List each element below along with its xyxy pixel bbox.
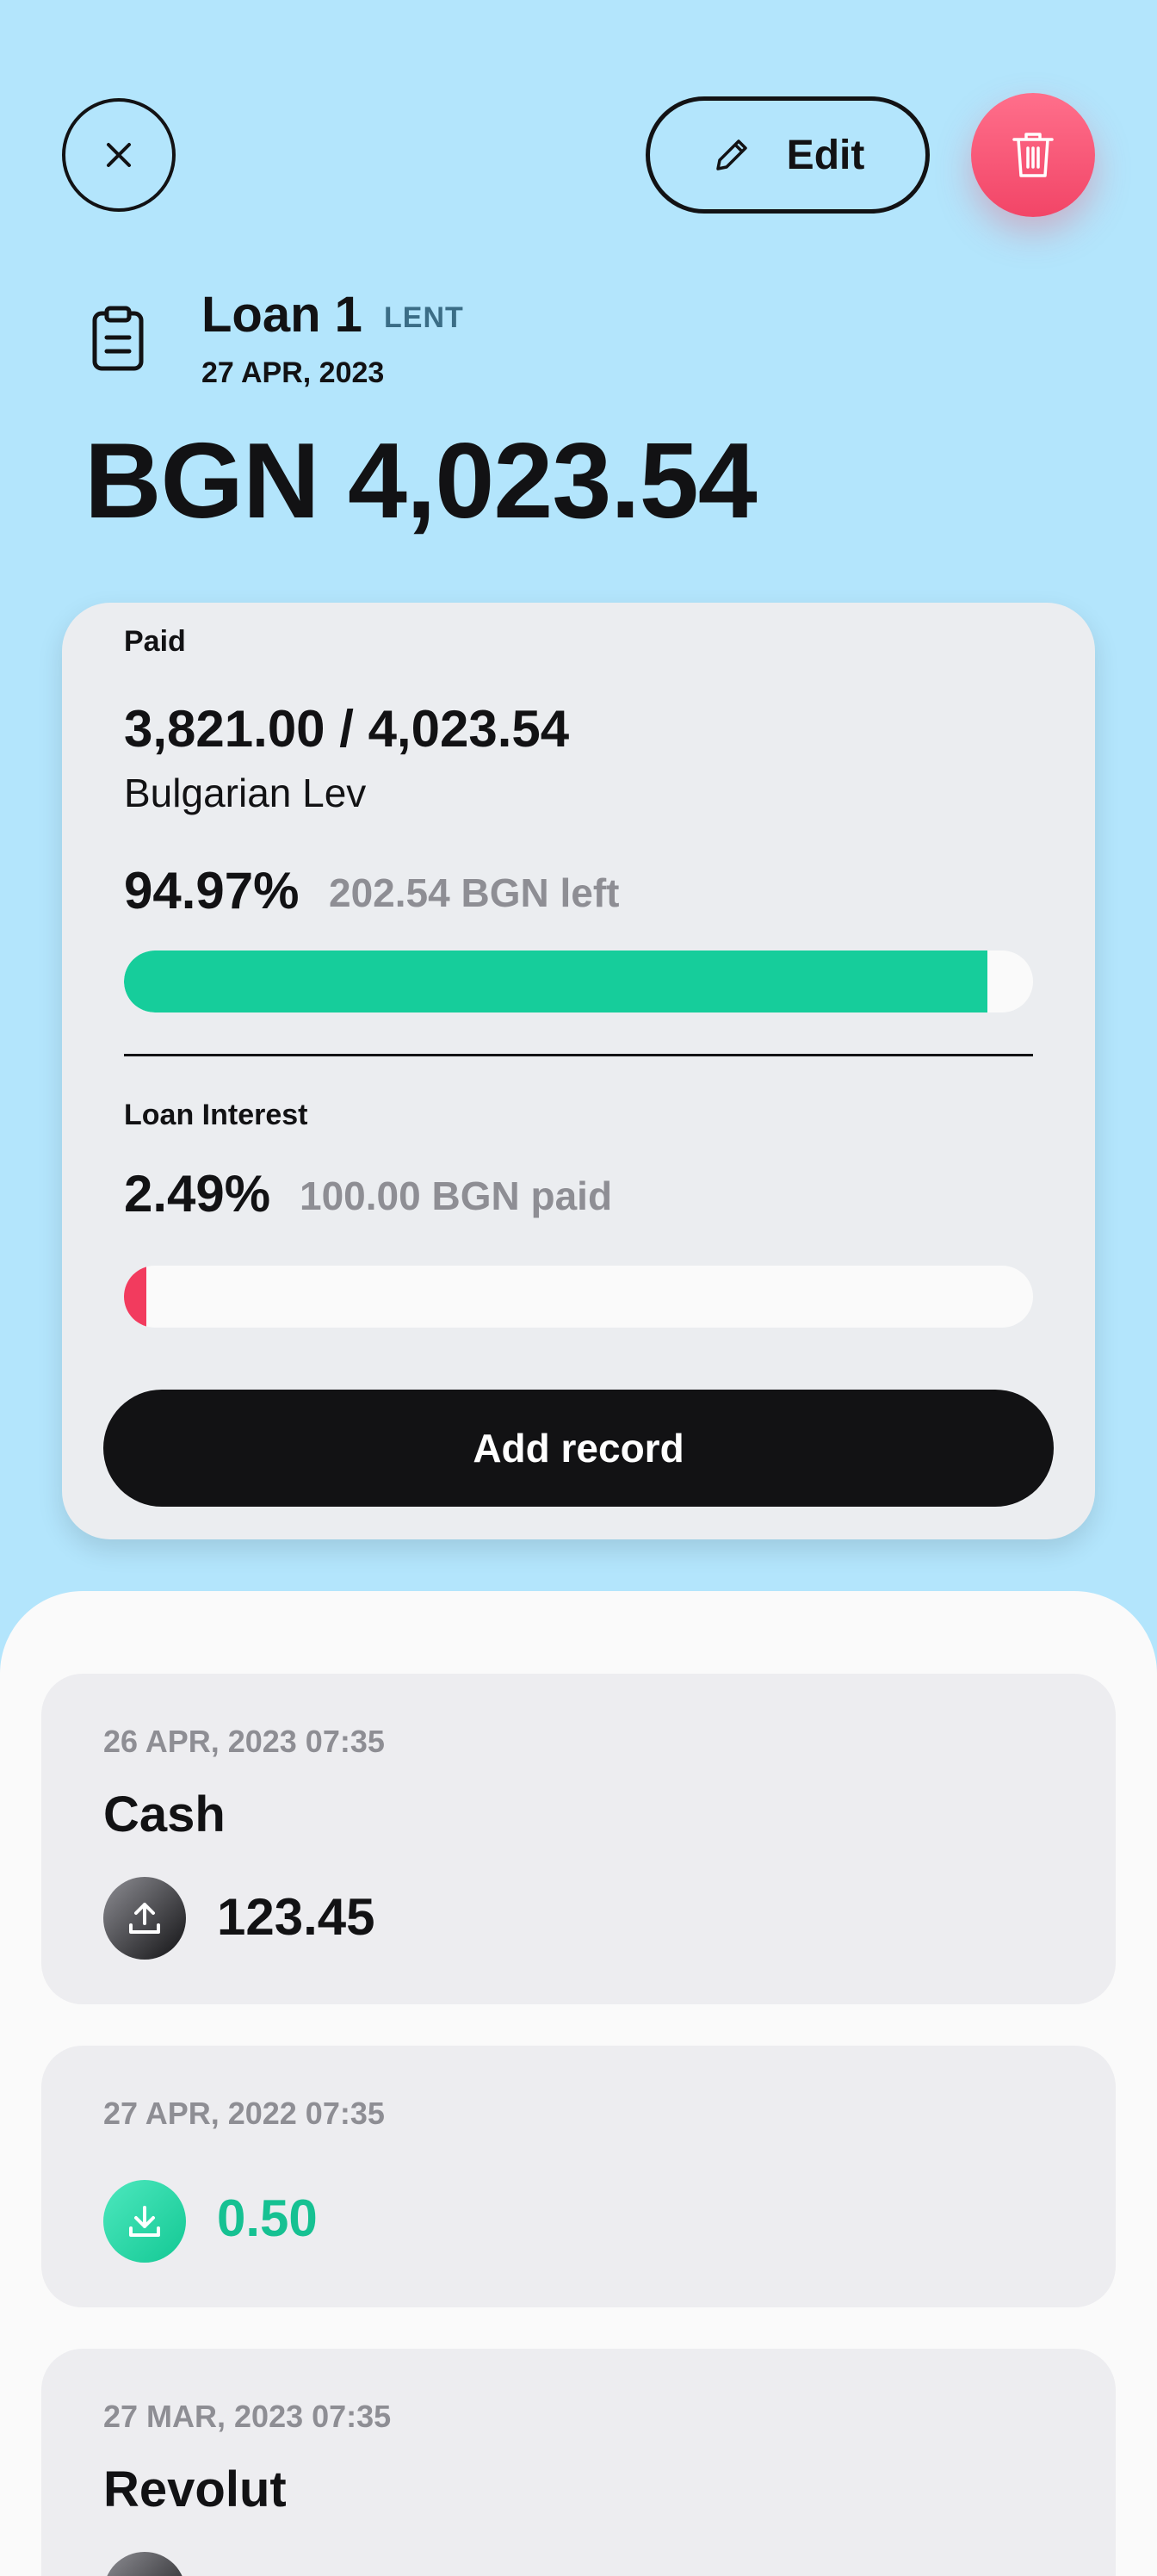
paid-values: 3,821.00 / 4,023.54 bbox=[124, 700, 570, 758]
record-card[interactable]: 27 APR, 2022 07:35 0.50 bbox=[41, 2046, 1116, 2307]
record-card[interactable]: 26 APR, 2023 07:35 Cash 123.45 bbox=[41, 1674, 1116, 2004]
interest-paid: 100.00 BGN paid bbox=[300, 1173, 613, 1218]
clipboard-icon bbox=[92, 306, 144, 371]
summary-card: Paid 3,821.00 / 4,023.54 Bulgarian Lev 9… bbox=[62, 603, 1095, 1539]
pencil-icon bbox=[715, 139, 747, 170]
record-name: Revolut bbox=[103, 2461, 287, 2517]
paid-progress-bar bbox=[124, 951, 1033, 1012]
paid-label: Paid bbox=[124, 625, 186, 658]
divider bbox=[124, 1054, 1033, 1056]
record-date: 27 MAR, 2023 07:35 bbox=[103, 2399, 392, 2434]
loan-name: Loan 1 bbox=[201, 287, 362, 343]
records-sheet: 26 APR, 2023 07:35 Cash 123.45 27 APR, 2… bbox=[0, 1591, 1157, 2576]
record-value: 0.50 bbox=[217, 2189, 318, 2247]
edit-button[interactable]: Edit bbox=[646, 96, 930, 214]
loan-details-screen: Edit Loan 1 LENT 27 APR, 2023 BGN 4,023.… bbox=[0, 0, 1157, 2576]
record-value: 123.45 bbox=[217, 1888, 375, 1946]
record-date: 26 APR, 2023 07:35 bbox=[103, 1724, 385, 1759]
add-record-button[interactable]: Add record bbox=[103, 1390, 1054, 1507]
paid-left: 202.54 BGN left bbox=[329, 870, 620, 915]
record-date: 27 APR, 2022 07:35 bbox=[103, 2096, 385, 2131]
record-card[interactable]: 27 MAR, 2023 07:35 Revolut bbox=[41, 2349, 1116, 2576]
interest-progress-fill bbox=[124, 1266, 147, 1328]
close-button[interactable] bbox=[62, 98, 176, 212]
loan-date: 27 APR, 2023 bbox=[201, 356, 385, 389]
currency-name: Bulgarian Lev bbox=[124, 771, 367, 815]
edit-button-label: Edit bbox=[786, 132, 865, 178]
download-icon bbox=[103, 2180, 186, 2263]
interest-percent: 2.49% bbox=[124, 1165, 271, 1223]
paid-progress-fill bbox=[124, 951, 987, 1012]
paid-percent: 94.97% bbox=[124, 862, 300, 920]
close-icon bbox=[107, 143, 131, 167]
record-name: Cash bbox=[103, 1786, 226, 1842]
interest-progress-bar bbox=[124, 1266, 1033, 1328]
trash-icon bbox=[1012, 133, 1054, 177]
loan-type-tag: LENT bbox=[384, 301, 464, 334]
delete-button[interactable] bbox=[971, 93, 1095, 217]
interest-label: Loan Interest bbox=[124, 1099, 308, 1131]
loan-amount: BGN 4,023.54 bbox=[84, 422, 758, 541]
upload-icon bbox=[103, 1877, 186, 1960]
upload-icon bbox=[103, 2552, 186, 2576]
